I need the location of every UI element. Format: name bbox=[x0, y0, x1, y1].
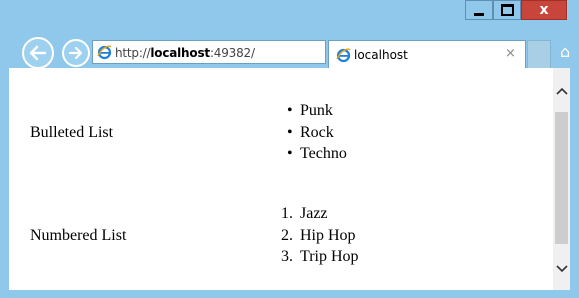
tab-label: localhost bbox=[354, 48, 408, 62]
browser-window: x http://localhost:49382/ ▼ bbox=[0, 0, 579, 298]
maximize-button[interactable] bbox=[493, 0, 521, 20]
vertical-scrollbar[interactable] bbox=[553, 68, 570, 290]
tab-close-icon[interactable]: × bbox=[505, 46, 516, 61]
ie-tab-icon bbox=[336, 48, 351, 63]
ie-page-icon bbox=[97, 45, 112, 60]
chevron-up-icon bbox=[555, 87, 568, 95]
address-bar[interactable]: http://localhost:49382/ ▼ bbox=[92, 40, 398, 64]
back-icon bbox=[29, 45, 47, 61]
forward-icon bbox=[68, 46, 83, 60]
url-rest: :49382/ bbox=[209, 46, 255, 60]
lists-table: Bulleted List • Punk • Rock • Techno Number… bbox=[30, 102, 359, 265]
scroll-up-button[interactable] bbox=[553, 82, 570, 99]
new-tab-button[interactable] bbox=[527, 40, 551, 68]
chevron-down-icon bbox=[555, 264, 568, 272]
url-prefix: http:// bbox=[115, 46, 151, 60]
numbered-list-label: Numbered List bbox=[30, 227, 127, 244]
bulleted-list-label: Bulleted List bbox=[30, 124, 114, 141]
back-button[interactable] bbox=[22, 37, 54, 69]
close-button[interactable]: x bbox=[521, 0, 567, 20]
address-url: http://localhost:49382/ bbox=[115, 46, 255, 60]
scroll-down-button[interactable] bbox=[553, 260, 570, 277]
page-content: Bulleted List • Punk • Rock • Techno Number… bbox=[9, 68, 570, 290]
minimize-button[interactable] bbox=[465, 0, 493, 20]
url-host: localhost bbox=[150, 46, 210, 60]
tab-localhost[interactable]: localhost × bbox=[328, 40, 526, 68]
close-icon: x bbox=[539, 2, 549, 18]
scrollbar-thumb[interactable] bbox=[555, 112, 568, 244]
forward-button[interactable] bbox=[62, 39, 90, 67]
home-icon[interactable]: ⌂ bbox=[560, 42, 570, 61]
minimize-icon bbox=[474, 12, 484, 16]
maximize-icon bbox=[500, 4, 514, 16]
